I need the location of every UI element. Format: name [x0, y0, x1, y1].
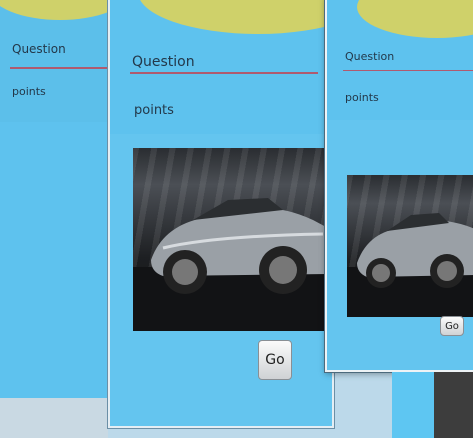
question-label: Question: [345, 50, 395, 63]
go-button[interactable]: Go: [440, 316, 464, 336]
car-image: [347, 175, 473, 317]
car-silhouette: [357, 213, 473, 288]
question-underline: [10, 67, 108, 69]
question-underline: [130, 72, 318, 74]
go-button[interactable]: Go: [258, 340, 292, 380]
decorative-wave: [357, 0, 473, 38]
car-silhouette: [151, 198, 328, 294]
app-window-front[interactable]: Question points Go: [325, 0, 473, 372]
desktop-corner: [434, 372, 473, 438]
app-window-back[interactable]: Question points: [0, 0, 110, 398]
points-label: points: [12, 85, 46, 98]
points-label: points: [345, 91, 379, 104]
question-label: Question: [12, 42, 66, 56]
app-window-middle[interactable]: Question points Go: [108, 0, 334, 428]
desktop-area: [0, 398, 108, 438]
question-underline: [343, 70, 473, 71]
question-label: Question: [132, 54, 195, 70]
points-label: points: [134, 103, 174, 118]
background-window-edge: [392, 372, 434, 438]
car-image: [133, 148, 328, 331]
